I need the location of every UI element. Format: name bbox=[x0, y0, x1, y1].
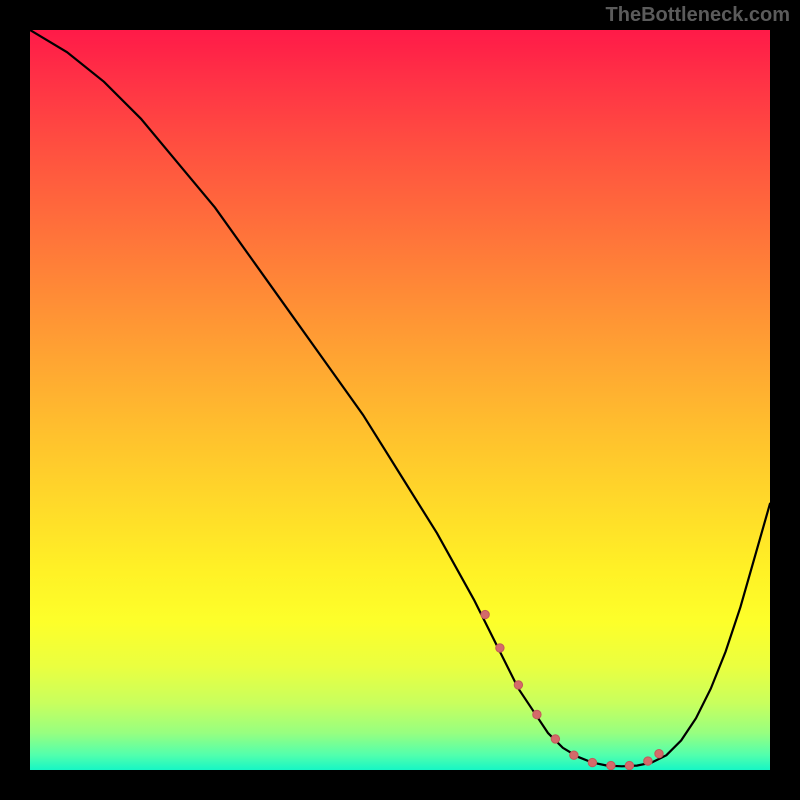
marker-dot bbox=[496, 644, 504, 652]
marker-dot bbox=[607, 761, 615, 769]
marker-dot bbox=[551, 735, 559, 743]
chart-overlay bbox=[30, 30, 770, 770]
marker-dot bbox=[588, 758, 596, 766]
marker-group bbox=[481, 610, 663, 769]
attribution-text: TheBottleneck.com bbox=[606, 4, 790, 27]
marker-dot bbox=[655, 750, 663, 758]
plot-area bbox=[30, 30, 770, 770]
marker-dot bbox=[625, 761, 633, 769]
marker-dot bbox=[644, 757, 652, 765]
marker-dot bbox=[570, 751, 578, 759]
marker-dot bbox=[533, 710, 541, 718]
marker-dot bbox=[514, 681, 522, 689]
chart-frame: TheBottleneck.com bbox=[0, 0, 800, 800]
marker-dot bbox=[481, 610, 489, 618]
bottleneck-curve bbox=[30, 30, 770, 766]
